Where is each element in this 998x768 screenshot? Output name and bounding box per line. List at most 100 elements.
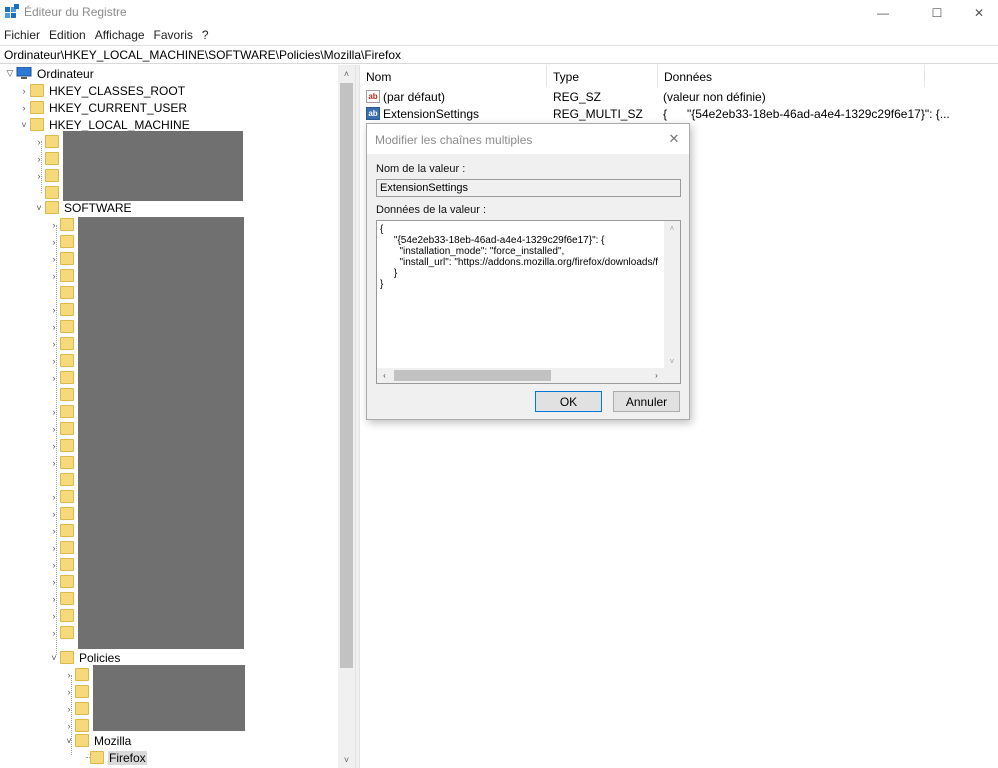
textarea-vscroll[interactable]: ˄ ˅ [664, 221, 680, 368]
chevron-right-icon[interactable]: › [33, 150, 45, 167]
list-row-extensionsettings[interactable]: ab ExtensionSettings REG_MULTI_SZ { "{54… [360, 105, 950, 122]
scroll-thumb[interactable] [394, 370, 551, 381]
chevron-right-icon[interactable]: › [48, 420, 60, 437]
maximize-button[interactable]: ☐ [914, 0, 960, 26]
chevron-right-icon[interactable]: › [48, 301, 60, 318]
column-header-type[interactable]: Type [547, 65, 658, 87]
chevron-right-icon[interactable]: › [48, 437, 60, 454]
close-icon[interactable]: ✕ [663, 130, 685, 148]
chevron-right-icon[interactable]: › [48, 403, 60, 420]
tree-item-redacted[interactable]: › [63, 683, 93, 700]
tree-item-redacted[interactable]: › [48, 420, 78, 437]
menu-fichier[interactable]: Fichier [0, 26, 45, 44]
tree-item-redacted[interactable]: › [48, 624, 78, 641]
tree-item-redacted[interactable]: › [48, 488, 78, 505]
tree-item-redacted[interactable] [48, 386, 78, 403]
tree-item-redacted[interactable]: › [33, 133, 63, 150]
tree-item-hkey-classes-root[interactable]: › HKEY_CLASSES_ROOT [18, 82, 186, 99]
chevron-down-icon[interactable]: ˅ [63, 732, 75, 749]
chevron-right-icon[interactable]: › [48, 488, 60, 505]
tree-item-redacted[interactable]: › [48, 250, 78, 267]
tree-item-firefox[interactable]: Firefox [78, 749, 147, 766]
tree-item-redacted[interactable]: › [48, 267, 78, 284]
chevron-right-icon[interactable]: › [48, 539, 60, 556]
tree-item-redacted[interactable]: › [48, 301, 78, 318]
textarea-hscroll[interactable]: ‹ › [377, 368, 680, 383]
chevron-right-icon[interactable]: › [18, 99, 30, 116]
tree-item-redacted[interactable]: › [48, 318, 78, 335]
scroll-down-arrow-icon[interactable]: ˅ [338, 751, 355, 768]
chevron-right-icon[interactable]: › [48, 556, 60, 573]
minimize-button[interactable]: — [860, 0, 906, 26]
chevron-right-icon[interactable]: › [48, 624, 60, 641]
chevron-down-icon[interactable]: ▽ [4, 65, 16, 82]
ok-button[interactable]: OK [535, 391, 602, 412]
column-header-donnees[interactable]: Données [658, 65, 925, 87]
chevron-right-icon[interactable]: › [33, 167, 45, 184]
value-data-textarea[interactable]: { "{54e2eb33-18eb-46ad-a4e4-1329c29f6e17… [376, 220, 681, 384]
menu-help[interactable]: ? [198, 26, 214, 44]
tree-item-redacted[interactable]: › [33, 150, 63, 167]
scroll-right-arrow-icon[interactable]: › [649, 368, 664, 383]
chevron-down-icon[interactable]: ˅ [18, 116, 30, 133]
tree-item-hkey-current-user[interactable]: › HKEY_CURRENT_USER [18, 99, 188, 116]
chevron-right-icon[interactable]: › [48, 369, 60, 386]
tree-item-redacted[interactable]: › [48, 403, 78, 420]
tree-item-redacted[interactable]: › [48, 539, 78, 556]
column-header-nom[interactable]: Nom [360, 65, 547, 87]
chevron-right-icon[interactable]: › [48, 590, 60, 607]
value-data-text[interactable]: { "{54e2eb33-18eb-46ad-a4e4-1329c29f6e17… [380, 224, 662, 364]
tree-item-redacted[interactable] [48, 284, 78, 301]
tree-item-redacted[interactable]: › [48, 607, 78, 624]
chevron-right-icon[interactable]: › [33, 133, 45, 150]
chevron-right-icon[interactable]: › [48, 505, 60, 522]
list-row-default[interactable]: ab (par défaut) REG_SZ (valeur non défin… [360, 88, 766, 105]
tree-item-redacted[interactable] [48, 471, 78, 488]
chevron-right-icon[interactable]: › [48, 352, 60, 369]
chevron-right-icon[interactable]: › [48, 454, 60, 471]
chevron-right-icon[interactable]: › [48, 267, 60, 284]
chevron-right-icon[interactable]: › [48, 573, 60, 590]
tree-item-policies[interactable]: ˅ Policies [48, 649, 121, 666]
tree-item-redacted[interactable]: › [48, 556, 78, 573]
tree-item-redacted[interactable]: › [63, 700, 93, 717]
chevron-right-icon[interactable]: › [48, 233, 60, 250]
chevron-right-icon[interactable]: › [48, 607, 60, 624]
tree-item-redacted[interactable]: › [48, 505, 78, 522]
tree-item-redacted[interactable]: › [48, 369, 78, 386]
tree-item-redacted[interactable]: › [48, 522, 78, 539]
tree-scrollbar[interactable]: ˄ ˅ [338, 65, 355, 768]
chevron-right-icon[interactable]: › [18, 82, 30, 99]
scroll-thumb[interactable] [340, 83, 353, 668]
menu-edition[interactable]: Edition [45, 26, 91, 44]
tree-item-redacted[interactable]: › [33, 167, 63, 184]
tree-item-redacted[interactable]: › [48, 352, 78, 369]
scroll-up-arrow-icon[interactable]: ˄ [338, 65, 355, 82]
tree-item-software[interactable]: ˅ SOFTWARE [33, 199, 133, 216]
chevron-right-icon[interactable]: › [48, 250, 60, 267]
chevron-down-icon[interactable]: ˅ [48, 649, 60, 666]
tree-item-redacted[interactable]: › [48, 590, 78, 607]
tree-item-redacted[interactable]: › [48, 573, 78, 590]
chevron-right-icon[interactable]: › [48, 335, 60, 352]
close-window-button[interactable]: ✕ [956, 0, 998, 26]
tree-item-redacted[interactable]: › [48, 233, 78, 250]
cancel-button[interactable]: Annuler [613, 391, 680, 412]
tree-item-ordinateur[interactable]: ▽ Ordinateur [4, 65, 95, 82]
menu-affichage[interactable]: Affichage [91, 26, 150, 44]
scroll-up-arrow-icon[interactable]: ˄ [664, 221, 680, 235]
tree-item-redacted[interactable]: › [48, 454, 78, 471]
chevron-right-icon[interactable]: › [63, 700, 75, 717]
chevron-right-icon[interactable]: › [63, 666, 75, 683]
tree-item-redacted[interactable]: › [48, 216, 78, 233]
chevron-down-icon[interactable]: ˅ [33, 199, 45, 216]
tree-item-redacted[interactable]: › [48, 335, 78, 352]
scroll-left-arrow-icon[interactable]: ‹ [377, 368, 392, 383]
tree-item-redacted[interactable]: › [48, 437, 78, 454]
chevron-right-icon[interactable]: › [48, 318, 60, 335]
tree-item-mozilla[interactable]: ˅ Mozilla [63, 732, 132, 749]
scroll-down-arrow-icon[interactable]: ˅ [664, 354, 680, 368]
chevron-right-icon[interactable]: › [48, 522, 60, 539]
chevron-right-icon[interactable]: › [63, 683, 75, 700]
value-name-field[interactable]: ExtensionSettings [376, 179, 681, 197]
